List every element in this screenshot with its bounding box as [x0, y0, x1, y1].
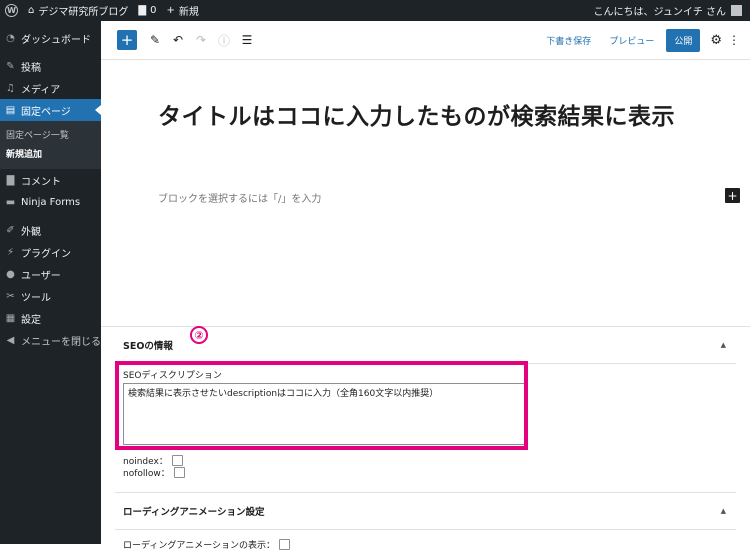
add-block-button[interactable]: + — [117, 30, 137, 50]
sidebar-item-label: 設定 — [21, 314, 41, 326]
more-options-icon[interactable]: ⋮ — [728, 33, 740, 47]
comment-icon: ▇ — [138, 5, 147, 16]
animation-show-checkbox[interactable] — [279, 539, 291, 550]
sidebar-item-users[interactable]: ● ユーザー — [0, 263, 101, 285]
animation-show-label: ローディングアニメーションの表示： — [123, 541, 276, 551]
editor-toolbar: + ✎ ↶ ↷ ⓘ ☰ 下書き保存 プレビュー 公開 ⚙ ⋮ — [101, 21, 750, 60]
greeting-link[interactable]: こんにちは、ジュンイチ さん — [594, 3, 726, 18]
list-view-icon[interactable]: ☰ — [237, 30, 257, 50]
submenu-all-pages[interactable]: 固定ページ一覧 — [0, 125, 101, 144]
save-draft-button[interactable]: 下書き保存 — [540, 34, 597, 47]
dashboard-icon: ◔ — [6, 32, 15, 44]
sidebar-item-label: ユーザー — [21, 270, 61, 282]
block-placeholder[interactable]: ブロックを選択するには「/」を入力 — [158, 190, 321, 205]
wordpress-logo-button[interactable]: W — [0, 0, 23, 21]
sidebar-item-label: 外観 — [21, 226, 41, 238]
info-icon[interactable]: ⓘ — [214, 30, 234, 50]
pin-icon: ✎ — [6, 60, 15, 72]
settings-icon: ▦ — [5, 312, 16, 324]
sidebar-item-label: プラグイン — [21, 248, 71, 260]
seo-panel: SEOの情報 ▲ SEOディスクリプション 検索結果に表示させたいdescrip… — [115, 327, 736, 479]
animation-panel-title: ローディングアニメーション設定 — [123, 507, 265, 518]
animation-row: ローディングアニメーションの表示： — [123, 538, 736, 551]
media-icon: ♫ — [6, 82, 15, 94]
meta-boxes: SEOの情報 ▲ SEOディスクリプション 検索結果に表示させたいdescrip… — [101, 326, 750, 551]
collapse-icon: ◀ — [6, 334, 15, 346]
nofollow-row: nofollow： — [123, 467, 736, 479]
inline-add-block-button[interactable]: + — [725, 188, 740, 203]
seo-description-textarea[interactable]: 検索結果に表示させたいdescriptionはココに入力（全角160文字以内推奨… — [123, 383, 525, 445]
sidebar-item-posts[interactable]: ✎ 投稿 — [0, 55, 101, 77]
sidebar-item-label: Ninja Forms — [21, 196, 81, 208]
sidebar-item-tools[interactable]: ✂ ツール — [0, 285, 101, 307]
brush-icon: ✐ — [6, 224, 15, 236]
user-icon: ● — [6, 268, 15, 280]
wrench-icon: ✂ — [6, 290, 15, 302]
site-name: デジマ研究所ブログ — [38, 7, 129, 18]
forms-icon: ▬ — [5, 196, 16, 208]
noindex-checkbox[interactable] — [171, 455, 183, 466]
sidebar-item-ninja-forms[interactable]: ▬ Ninja Forms — [0, 191, 101, 213]
avatar[interactable] — [731, 5, 742, 16]
sidebar-item-pages[interactable]: ▤ 固定ページ — [0, 99, 101, 121]
admin-bar: W ⌂ デジマ研究所ブログ ▇ 0 + 新規 こんにちは、ジュンイチ さん — [0, 0, 750, 21]
plus-icon: + — [166, 5, 175, 16]
sidebar-item-dashboard[interactable]: ◔ ダッシュボード — [0, 27, 101, 49]
noindex-row: noindex： — [123, 455, 736, 467]
publish-button[interactable]: 公開 — [666, 28, 701, 52]
sidebar-item-label: ダッシュボード — [21, 34, 91, 46]
submenu-add-new[interactable]: 新規追加 — [0, 144, 101, 163]
redo-icon[interactable]: ↷ — [191, 30, 211, 50]
home-icon: ⌂ — [28, 5, 35, 16]
annotation-marker: ② — [190, 326, 208, 344]
sidebar-item-label: 投稿 — [21, 62, 41, 74]
comments-link[interactable]: ▇ 0 — [133, 0, 161, 21]
sidebar-item-label: 固定ページ — [21, 106, 71, 118]
preview-button[interactable]: プレビュー — [603, 34, 660, 47]
sidebar-item-comments[interactable]: ▇ コメント — [0, 169, 101, 191]
sidebar-item-label: メディア — [21, 84, 61, 96]
site-name-link[interactable]: ⌂ デジマ研究所ブログ — [23, 0, 133, 21]
pages-submenu: 固定ページ一覧 新規追加 — [0, 121, 101, 169]
nofollow-label: nofollow： — [123, 469, 170, 479]
sidebar-item-plugins[interactable]: ⚡ プラグイン — [0, 241, 101, 263]
sidebar-item-label: コメント — [21, 176, 61, 188]
new-content-link[interactable]: + 新規 — [161, 0, 203, 21]
plugin-icon: ⚡ — [6, 246, 15, 258]
seo-description-label: SEOディスクリプション — [123, 371, 222, 381]
seo-panel-header[interactable]: SEOの情報 ▲ — [115, 327, 736, 364]
collapse-caret-icon[interactable]: ▲ — [721, 341, 726, 349]
sidebar-item-media[interactable]: ♫ メディア — [0, 77, 101, 99]
sidebar-item-settings[interactable]: ▦ 設定 — [0, 307, 101, 329]
nofollow-checkbox[interactable] — [173, 467, 185, 478]
sidebar-item-appearance[interactable]: ✐ 外観 — [0, 219, 101, 241]
new-label: 新規 — [178, 7, 199, 18]
seo-panel-title: SEOの情報 — [123, 341, 173, 352]
animation-panel-header[interactable]: ローディングアニメーション設定 ▲ — [115, 493, 736, 530]
post-title-input[interactable]: タイトルはココに入力したものが検索結果に表示 — [158, 100, 718, 134]
collapse-caret-icon[interactable]: ▲ — [721, 507, 726, 515]
sidebar-item-label: メニューを閉じる — [21, 336, 101, 348]
sidebar-collapse-menu[interactable]: ◀ メニューを閉じる — [0, 329, 101, 351]
animation-panel: ローディングアニメーション設定 ▲ ローディングアニメーションの表示： — [115, 492, 736, 551]
edit-tool-icon[interactable]: ✎ — [145, 30, 165, 50]
settings-gear-icon[interactable]: ⚙ — [710, 33, 722, 48]
sidebar-item-label: ツール — [21, 292, 51, 304]
comment-icon: ▇ — [6, 174, 15, 186]
page-icon: ▤ — [5, 104, 16, 116]
undo-icon[interactable]: ↶ — [168, 30, 188, 50]
wordpress-logo-icon: W — [5, 4, 18, 17]
admin-sidebar: ◔ ダッシュボード ✎ 投稿 ♫ メディア ▤ 固定ページ 固定ページ一覧 新規… — [0, 21, 101, 544]
comments-count: 0 — [150, 5, 157, 16]
